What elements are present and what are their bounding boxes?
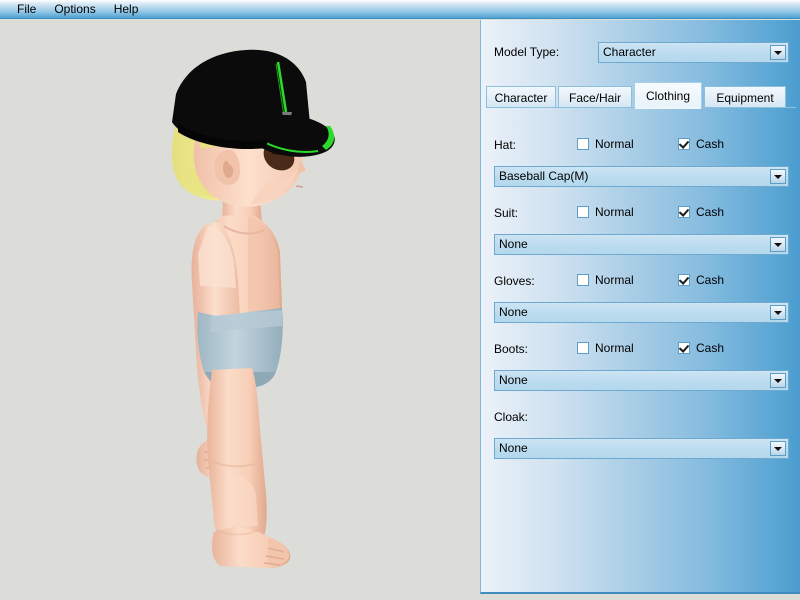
model-type-label: Model Type: (494, 45, 560, 59)
hat-normal-label: Normal (595, 137, 634, 151)
boots-value: None (499, 373, 528, 387)
tab-face-hair[interactable]: Face/Hair (558, 86, 632, 108)
gloves-combobox[interactable]: None (494, 302, 789, 323)
tab-equipment[interactable]: Equipment (704, 86, 786, 108)
boots-label: Boots: (494, 342, 529, 356)
hat-cash-checkbox[interactable]: Cash (678, 138, 724, 150)
menu-bar: File Options Help (0, 0, 800, 19)
hat-combobox[interactable]: Baseball Cap(M) (494, 166, 789, 187)
suit-cash-label: Cash (696, 205, 725, 219)
suit-label: Suit: (494, 206, 519, 220)
model-viewport[interactable] (0, 20, 480, 600)
suit-combobox[interactable]: None (494, 234, 789, 255)
chevron-down-icon[interactable] (770, 169, 786, 184)
model-type-row: Model Type: Character (494, 42, 789, 64)
hat-cash-label: Cash (696, 137, 725, 151)
gloves-normal-label: Normal (595, 273, 634, 287)
checkbox-checked-icon[interactable] (678, 138, 690, 150)
boots-normal-label: Normal (595, 341, 634, 355)
menu-item-file[interactable]: File (8, 0, 45, 18)
chevron-down-icon[interactable] (770, 45, 786, 60)
gloves-normal-checkbox[interactable]: Normal (577, 274, 634, 286)
model-type-combobox[interactable]: Character (598, 42, 789, 63)
tab-character[interactable]: Character (486, 86, 556, 108)
checkbox-checked-icon[interactable] (678, 274, 690, 286)
tab-strip: Character Face/Hair Clothing Equipment (486, 82, 796, 108)
hat-value: Baseball Cap(M) (499, 169, 589, 183)
suit-value: None (499, 237, 528, 251)
checkbox-checked-icon[interactable] (678, 342, 690, 354)
suit-normal-label: Normal (595, 205, 634, 219)
chevron-down-icon[interactable] (770, 373, 786, 388)
gloves-cash-label: Cash (696, 273, 725, 287)
suit-cash-checkbox[interactable]: Cash (678, 206, 724, 218)
chevron-down-icon[interactable] (770, 441, 786, 456)
cloak-value: None (499, 441, 528, 455)
checkbox-unchecked-icon[interactable] (577, 206, 589, 218)
application-window: File Options Help Model Type: Character … (0, 0, 800, 600)
chevron-down-icon[interactable] (770, 237, 786, 252)
checkbox-unchecked-icon[interactable] (577, 274, 589, 286)
checkbox-unchecked-icon[interactable] (577, 342, 589, 354)
gloves-label: Gloves: (494, 274, 535, 288)
model-type-value: Character (603, 45, 656, 59)
boots-normal-checkbox[interactable]: Normal (577, 342, 634, 354)
properties-panel: Model Type: Character Character Face/Hai… (480, 20, 800, 594)
cloak-combobox[interactable]: None (494, 438, 789, 459)
character-model (171, 49, 335, 568)
gloves-cash-checkbox[interactable]: Cash (678, 274, 724, 286)
menu-item-help[interactable]: Help (105, 0, 148, 18)
boots-cash-checkbox[interactable]: Cash (678, 342, 724, 354)
cloak-label: Cloak: (494, 410, 529, 424)
boots-cash-label: Cash (696, 341, 725, 355)
hat-normal-checkbox[interactable]: Normal (577, 138, 634, 150)
checkbox-checked-icon[interactable] (678, 206, 690, 218)
checkbox-unchecked-icon[interactable] (577, 138, 589, 150)
tab-clothing[interactable]: Clothing (634, 82, 702, 108)
menu-item-options[interactable]: Options (45, 0, 104, 18)
gloves-value: None (499, 305, 528, 319)
hat-label: Hat: (494, 138, 517, 152)
boots-combobox[interactable]: None (494, 370, 789, 391)
tab-selected-gap (635, 107, 701, 109)
chevron-down-icon[interactable] (770, 305, 786, 320)
suit-normal-checkbox[interactable]: Normal (577, 206, 634, 218)
